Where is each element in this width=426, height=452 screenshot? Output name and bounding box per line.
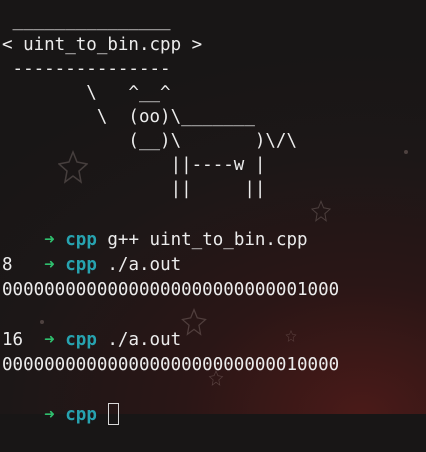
- cowsay-line: _______________: [2, 11, 171, 31]
- cowsay-line: ||----w |: [2, 155, 266, 175]
- prompt-line: ➜ cpp g++ uint_to_bin.cpp: [2, 203, 307, 250]
- output-line: 8: [2, 255, 13, 275]
- prompt-arrow-icon: ➜: [44, 404, 55, 425]
- output-line: 00000000000000000000000000010000: [2, 355, 340, 375]
- command-text: ./a.out: [96, 329, 182, 350]
- output-line: 16: [2, 330, 24, 350]
- prompt-line: ➜ cpp ./a.out: [2, 303, 181, 350]
- prompt-line: ➜ cpp ./a.out: [2, 228, 181, 275]
- output-line: 00000000000000000000000000001000: [2, 280, 340, 300]
- cowsay-line: < uint_to_bin.cpp >: [2, 35, 203, 55]
- cowsay-line: || ||: [2, 179, 266, 199]
- cowsay-line: (__)\ )\/\: [2, 131, 298, 151]
- cowsay-line: \ (oo)\_______: [2, 107, 255, 127]
- prompt-directory: cpp: [65, 404, 97, 425]
- command-input[interactable]: [97, 405, 108, 425]
- prompt-directory: cpp: [65, 254, 97, 275]
- prompt-arrow-icon: ➜: [44, 254, 55, 275]
- command-text: ./a.out: [96, 254, 182, 275]
- prompt-directory: cpp: [65, 329, 97, 350]
- cowsay-line: ---------------: [2, 59, 171, 79]
- prompt-arrow-icon: ➜: [44, 329, 55, 350]
- terminal-window[interactable]: _______________ < uint_to_bin.cpp > ----…: [0, 0, 426, 425]
- cowsay-line: \ ^__^: [2, 83, 171, 103]
- active-prompt-line[interactable]: ➜ cpp: [2, 378, 120, 425]
